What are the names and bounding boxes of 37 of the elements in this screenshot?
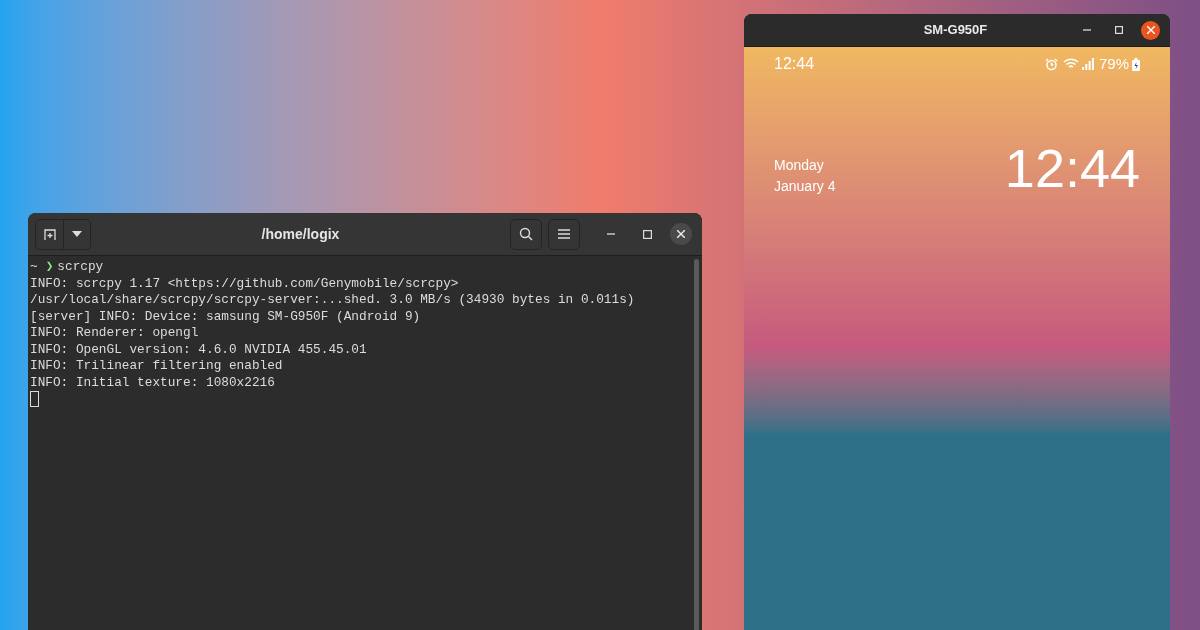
scrollbar[interactable]	[694, 259, 699, 630]
output-line: INFO: Initial texture: 1080x2216	[30, 374, 276, 391]
caret-icon	[72, 231, 82, 237]
battery-percent: 79%	[1098, 53, 1129, 74]
lockscreen-clock: 12:44	[1004, 139, 1140, 197]
search-icon	[519, 227, 533, 241]
command-text: scrcpy	[57, 259, 104, 276]
menu-icon	[558, 229, 570, 239]
prompt-arrow: ❯	[45, 259, 54, 276]
window-title: SM-G950F	[922, 21, 989, 40]
menu-button[interactable]	[548, 218, 580, 250]
window-title: /home/logix	[260, 224, 341, 244]
output-line: [server] INFO: Device: samsung SM-G950F (Android 9)	[30, 308, 422, 325]
output-line: INFO: Trilinear filtering enabled	[30, 358, 284, 375]
output-line: INFO: Renderer: opengl	[30, 325, 200, 342]
new-tab-icon	[42, 227, 57, 241]
minimize-icon	[607, 233, 615, 235]
output-line: /usr/local/share/scrcpy/scrcpy-server:...shed. 3.0 MB/s (34930 bytes in 0.011s)	[30, 292, 636, 309]
wifi-icon	[1062, 58, 1079, 70]
close-button[interactable]	[670, 223, 692, 245]
minimize-icon	[1083, 29, 1091, 31]
search-button[interactable]	[510, 218, 542, 250]
status-time: 12:44	[774, 54, 816, 74]
prompt-directory: ~	[30, 259, 38, 276]
lockscreen-day: Monday	[774, 155, 1005, 176]
maximize-icon	[1115, 26, 1123, 34]
alarm-icon	[1044, 57, 1058, 71]
battery-icon	[1132, 57, 1140, 71]
close-icon	[1146, 26, 1155, 34]
lockscreen-date: January 4	[774, 177, 837, 196]
output-line: INFO: scrcpy 1.17 <https://github.com/Genymobile/scrcpy>	[30, 275, 460, 292]
text-cursor	[30, 391, 39, 407]
output-line: INFO: OpenGL version: 4.6.0 NVIDIA 455.45.01	[30, 341, 368, 358]
signal-icon	[1081, 58, 1094, 70]
close-icon	[677, 230, 685, 238]
maximize-icon	[642, 229, 652, 239]
close-button[interactable]	[1141, 20, 1160, 40]
